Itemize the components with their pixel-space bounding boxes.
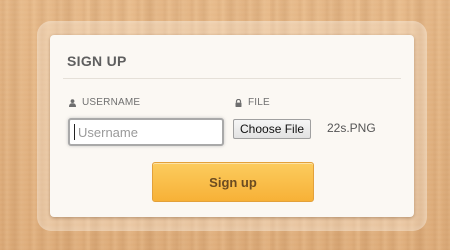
lock-icon <box>235 98 242 107</box>
title-divider <box>63 78 401 79</box>
username-input[interactable] <box>68 118 224 146</box>
choose-file-button[interactable]: Choose File <box>233 119 312 139</box>
sign-up-button[interactable]: Sign up <box>152 162 314 202</box>
signup-card: SIGN UP USERNAME FILE Choose File 22s.PN… <box>50 35 414 217</box>
username-label: USERNAME <box>82 97 141 108</box>
text-caret <box>74 124 75 140</box>
username-label-group: USERNAME <box>69 97 140 108</box>
file-label: FILE <box>248 97 270 108</box>
form-title: SIGN UP <box>67 53 127 69</box>
user-icon <box>69 98 76 107</box>
file-label-group: FILE <box>235 97 270 108</box>
selected-file-name: 22s.PNG <box>327 121 376 135</box>
